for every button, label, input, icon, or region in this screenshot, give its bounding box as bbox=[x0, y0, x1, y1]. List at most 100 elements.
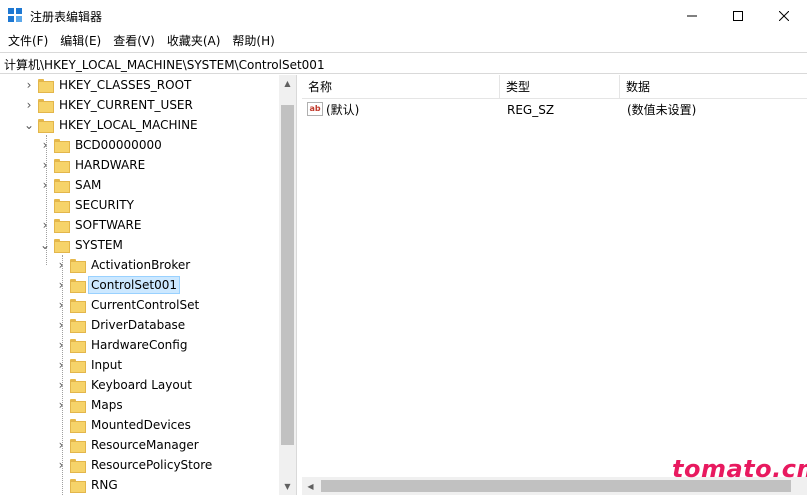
folder-icon bbox=[70, 359, 86, 373]
tree-item[interactable]: › BCD00000000 bbox=[38, 135, 164, 155]
folder-icon bbox=[38, 119, 54, 133]
chevron-right-icon[interactable]: › bbox=[54, 455, 68, 475]
tree-vertical-scrollbar[interactable]: ▲ ▼ bbox=[279, 75, 296, 495]
folder-icon bbox=[54, 239, 70, 253]
chevron-right-icon[interactable]: › bbox=[22, 95, 36, 115]
chevron-right-icon[interactable]: › bbox=[54, 255, 68, 275]
address-path: 计算机\HKEY_LOCAL_MACHINE\SYSTEM\ControlSet… bbox=[4, 58, 325, 72]
chevron-right-icon[interactable]: › bbox=[54, 315, 68, 335]
tree-item[interactable]: › Keyboard Layout bbox=[54, 375, 194, 395]
chevron-right-icon[interactable]: › bbox=[54, 375, 68, 395]
tree-item[interactable]: › ActivationBroker bbox=[54, 255, 192, 275]
folder-icon bbox=[70, 399, 86, 413]
values-list: 名称 类型 数据 ab (默认) REG_SZ (数值未设置) bbox=[302, 75, 807, 495]
chevron-right-icon[interactable]: › bbox=[54, 395, 68, 415]
tree-item-label: HKEY_CURRENT_USER bbox=[59, 98, 193, 112]
folder-icon bbox=[70, 379, 86, 393]
tree-item[interactable]: › HKEY_CLASSES_ROOT bbox=[22, 75, 193, 95]
tree-item[interactable]: ⌄ HKEY_LOCAL_MACHINE bbox=[22, 115, 200, 135]
chevron-right-icon[interactable]: › bbox=[54, 275, 68, 295]
chevron-right-icon[interactable]: › bbox=[22, 75, 36, 95]
close-button[interactable] bbox=[761, 0, 807, 31]
chevron-right-icon[interactable]: › bbox=[54, 355, 68, 375]
tree-item-label: SAM bbox=[75, 178, 102, 192]
scroll-thumb[interactable] bbox=[281, 105, 294, 445]
tree-item-label: Keyboard Layout bbox=[91, 378, 193, 392]
tree-item[interactable]: › ResourceManager bbox=[54, 435, 201, 455]
tree-item[interactable]: › SAM bbox=[38, 175, 103, 195]
value-type: REG_SZ bbox=[507, 103, 555, 117]
title-bar: 注册表编辑器 bbox=[0, 0, 807, 31]
maximize-icon bbox=[733, 10, 743, 21]
menu-file[interactable]: 文件(F) bbox=[2, 31, 54, 51]
tree-item-label: CurrentControlSet bbox=[91, 298, 200, 312]
tree-item[interactable]: › Maps bbox=[54, 395, 125, 415]
column-header-name[interactable]: 名称 bbox=[302, 75, 500, 99]
tree-item-label: MountedDevices bbox=[91, 418, 191, 432]
folder-icon bbox=[54, 219, 70, 233]
chevron-down-icon[interactable]: ⌄ bbox=[38, 235, 52, 255]
chevron-down-icon[interactable]: ⌄ bbox=[22, 115, 36, 135]
tree-item-label: BCD00000000 bbox=[75, 138, 162, 152]
value-name: (默认) bbox=[326, 103, 360, 117]
chevron-right-icon[interactable]: › bbox=[38, 215, 52, 235]
chevron-right-icon[interactable] bbox=[38, 195, 52, 215]
tree-item-label: ResourcePolicyStore bbox=[91, 458, 213, 472]
folder-icon bbox=[70, 439, 86, 453]
tree-item-label: Maps bbox=[91, 398, 123, 412]
tree-item-label: DriverDatabase bbox=[91, 318, 186, 332]
tree-item-label: ResourceManager bbox=[91, 438, 199, 452]
folder-icon bbox=[70, 279, 86, 293]
chevron-right-icon[interactable]: › bbox=[38, 175, 52, 195]
scroll-left-arrow-icon[interactable]: ◀ bbox=[302, 477, 319, 495]
tree-item-label: RNG bbox=[91, 478, 118, 492]
scroll-up-arrow-icon[interactable]: ▲ bbox=[279, 75, 296, 92]
folder-icon bbox=[70, 259, 86, 273]
tree-item[interactable]: › ControlSet001 bbox=[54, 275, 180, 295]
tree-item[interactable]: › CurrentControlSet bbox=[54, 295, 201, 315]
menu-favorites[interactable]: 收藏夹(A) bbox=[161, 31, 227, 51]
chevron-right-icon[interactable] bbox=[54, 475, 68, 495]
chevron-right-icon[interactable]: › bbox=[38, 155, 52, 175]
string-value-icon: ab bbox=[307, 102, 323, 116]
folder-icon bbox=[38, 79, 54, 93]
chevron-right-icon[interactable]: › bbox=[54, 435, 68, 455]
watermark-text: tomato.cm bbox=[672, 455, 807, 483]
tree-item[interactable]: MountedDevices bbox=[54, 415, 193, 435]
chevron-right-icon[interactable]: › bbox=[38, 135, 52, 155]
tree-item[interactable]: › SOFTWARE bbox=[38, 215, 143, 235]
tree-item[interactable]: › HKEY_CURRENT_USER bbox=[22, 95, 195, 115]
tree-item[interactable]: › HardwareConfig bbox=[54, 335, 189, 355]
window-title: 注册表编辑器 bbox=[30, 10, 103, 24]
tree-item[interactable]: › ResourcePolicyStore bbox=[54, 455, 214, 475]
tree-item[interactable]: ⌄ SYSTEM bbox=[38, 235, 125, 255]
chevron-right-icon[interactable]: › bbox=[54, 335, 68, 355]
minimize-button[interactable] bbox=[669, 0, 715, 31]
tree-item-label: HKEY_LOCAL_MACHINE bbox=[59, 118, 198, 132]
maximize-button[interactable] bbox=[715, 0, 761, 31]
folder-icon bbox=[70, 479, 86, 493]
folder-icon bbox=[38, 99, 54, 113]
menu-help[interactable]: 帮助(H) bbox=[226, 31, 280, 51]
tree-item[interactable]: › DriverDatabase bbox=[54, 315, 187, 335]
menu-view[interactable]: 查看(V) bbox=[107, 31, 161, 51]
close-icon bbox=[779, 10, 789, 21]
list-item[interactable]: ab (默认) REG_SZ (数值未设置) bbox=[302, 100, 807, 120]
tree-item[interactable]: SECURITY bbox=[38, 195, 136, 215]
column-header-type[interactable]: 类型 bbox=[500, 75, 620, 99]
chevron-right-icon[interactable]: › bbox=[54, 295, 68, 315]
address-bar[interactable]: 计算机\HKEY_LOCAL_MACHINE\SYSTEM\ControlSet… bbox=[0, 52, 807, 74]
folder-icon bbox=[70, 319, 86, 333]
folder-icon bbox=[70, 419, 86, 433]
chevron-right-icon[interactable] bbox=[54, 415, 68, 435]
tree-item[interactable]: RNG bbox=[54, 475, 120, 495]
column-header-data[interactable]: 数据 bbox=[620, 75, 807, 99]
registry-tree: › HKEY_CLASSES_ROOT › HKEY_CURRENT_USER ⌄ HKE… bbox=[0, 75, 297, 495]
list-header: 名称 类型 数据 bbox=[302, 75, 807, 99]
tree-item[interactable]: › Input bbox=[54, 355, 124, 375]
value-data: (数值未设置) bbox=[627, 103, 697, 117]
scroll-down-arrow-icon[interactable]: ▼ bbox=[279, 478, 296, 495]
menu-edit[interactable]: 编辑(E) bbox=[54, 31, 107, 51]
folder-icon bbox=[70, 299, 86, 313]
tree-item[interactable]: › HARDWARE bbox=[38, 155, 147, 175]
